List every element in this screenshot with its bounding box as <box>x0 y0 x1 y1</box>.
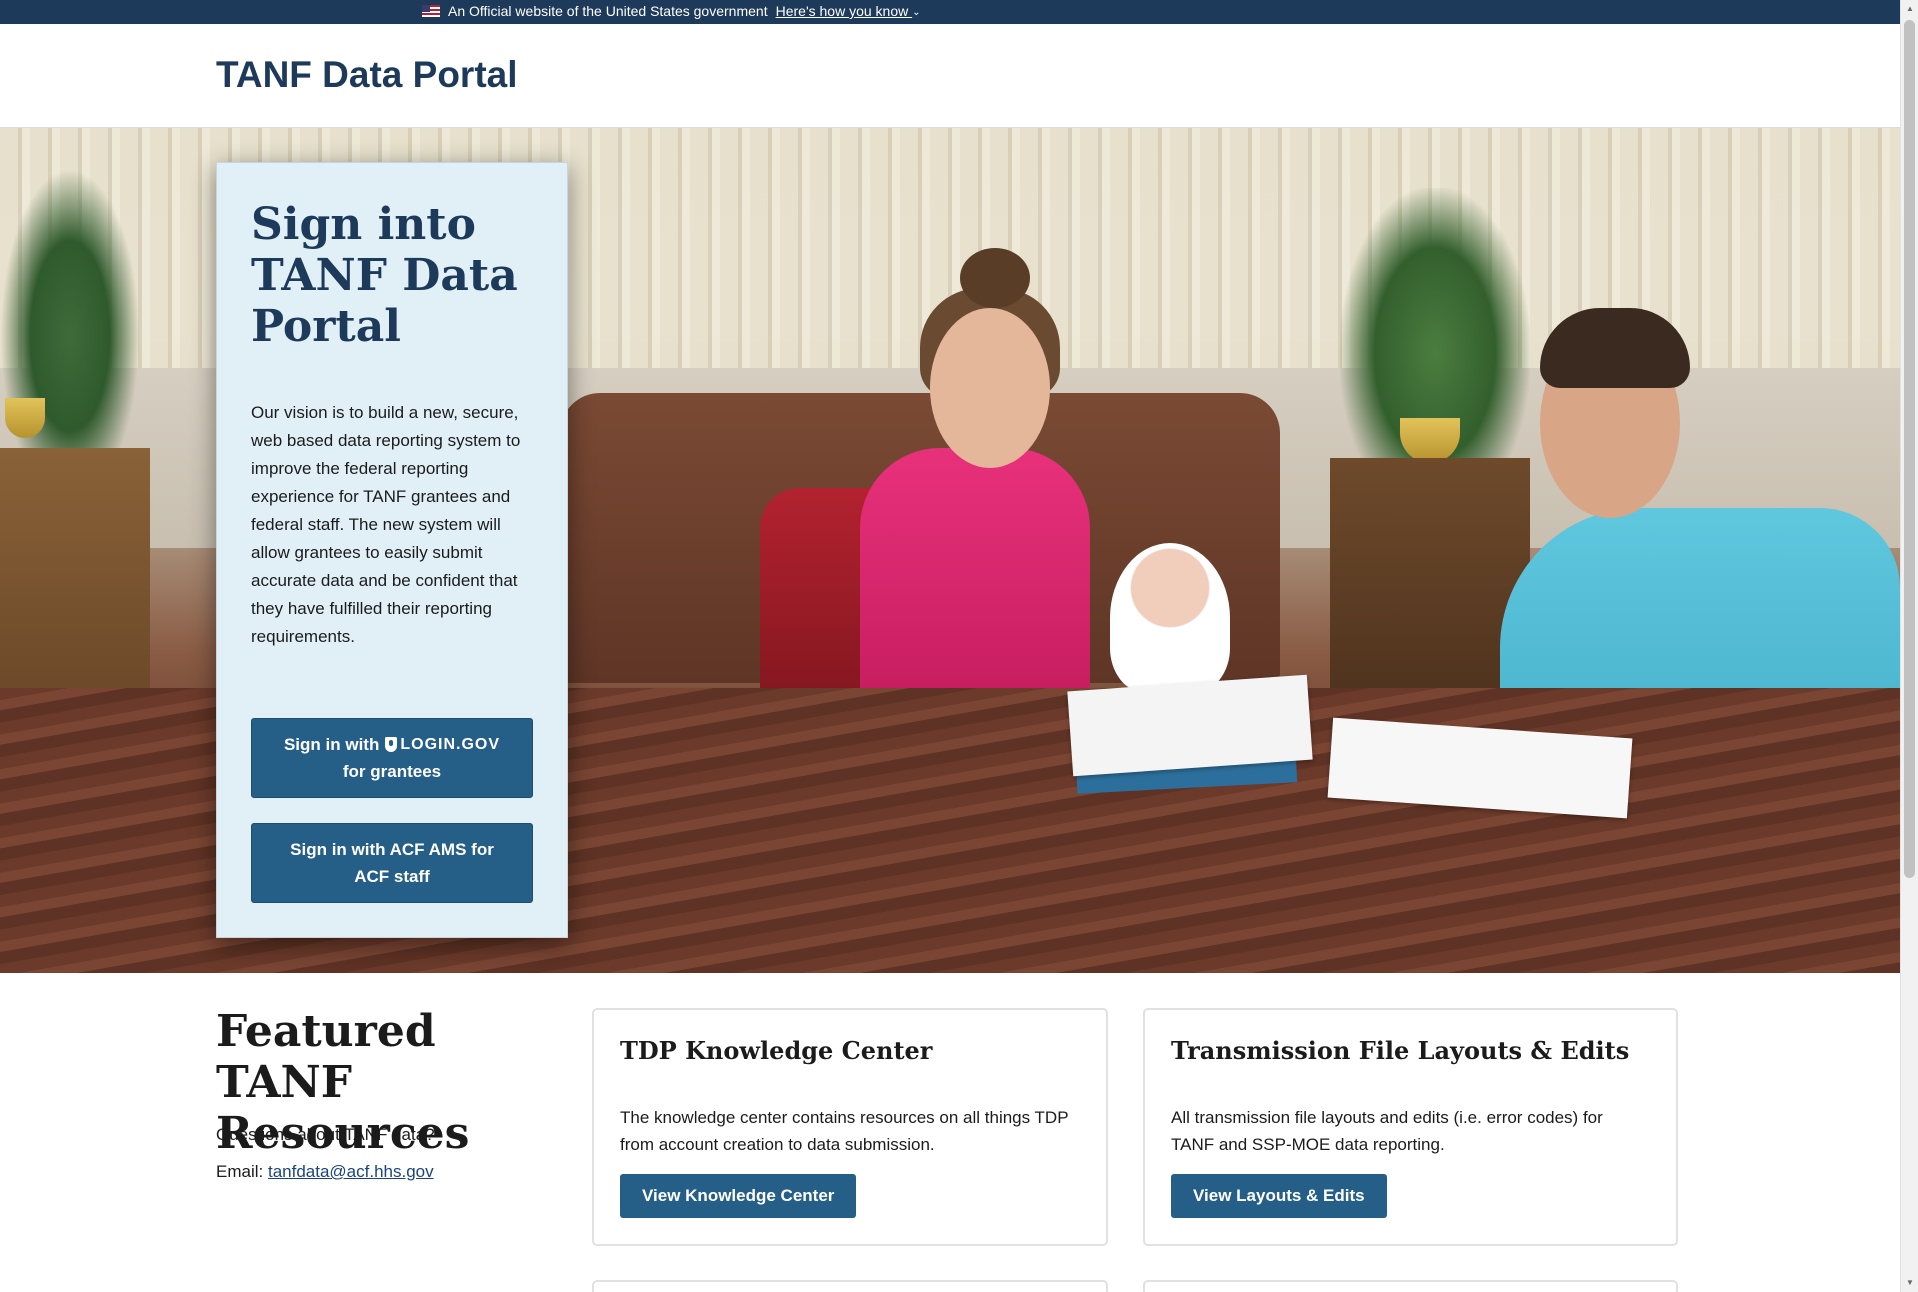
signin-title: Sign into TANF Data Portal <box>251 199 518 352</box>
login-gov-button-row: Sign in with LOGIN.GOV <box>284 731 500 758</box>
resource-card-partial <box>592 1280 1108 1292</box>
acf-ams-signin-button[interactable]: Sign in with ACF AMS for ACF staff <box>251 823 533 903</box>
email-label: Email: <box>216 1162 264 1181</box>
resource-card-partial <box>1143 1280 1678 1292</box>
hero-woman <box>860 248 1090 698</box>
gov-banner-text: An Official website of the United States… <box>448 3 768 19</box>
view-layouts-edits-button[interactable]: View Layouts & Edits <box>1171 1174 1387 1218</box>
gov-banner: An Official website of the United States… <box>0 0 1900 24</box>
login-gov-prefix: Sign in with <box>283 735 380 754</box>
login-gov-logo: LOGIN.GOV <box>385 731 500 758</box>
card-title: TDP Knowledge Center <box>620 1036 933 1065</box>
card-body: The knowledge center contains resources … <box>620 1108 1069 1154</box>
us-flag-icon <box>422 5 440 17</box>
login-gov-logo-text: LOGIN.GOV <box>400 736 501 753</box>
hero-baby <box>1110 543 1230 693</box>
featured-question: Questions about TANF data? <box>216 1125 435 1144</box>
hero-paper <box>1067 674 1313 777</box>
chevron-down-icon: ⌄ <box>912 7 921 18</box>
scrollbar-thumb[interactable] <box>1904 20 1915 878</box>
acf-ams-button-label: Sign in with ACF AMS for ACF staff <box>290 840 494 886</box>
resource-card: TDP Knowledge Center The knowledge cente… <box>592 1008 1108 1246</box>
heres-how-you-know-link[interactable]: Here's how you know ⌄ <box>776 3 921 19</box>
resource-card: Transmission File Layouts & Edits All tr… <box>1143 1008 1678 1246</box>
gov-banner-content: An Official website of the United States… <box>422 3 921 19</box>
signin-description: Our vision is to build a new, secure, we… <box>251 403 521 646</box>
view-knowledge-center-button[interactable]: View Knowledge Center <box>620 1174 857 1218</box>
card-body: All transmission file layouts and edits … <box>1171 1108 1603 1154</box>
page-scrollbar[interactable]: ▲ ▼ <box>1900 0 1918 1292</box>
heres-how-you-know-label: Here's how you know <box>775 3 909 19</box>
email-link[interactable]: tanfdata@acf.hhs.gov <box>268 1162 434 1181</box>
scroll-down-arrow-icon[interactable]: ▼ <box>1905 1278 1915 1288</box>
hero-pot-left <box>5 398 45 438</box>
featured-email-line: Email: tanfdata@acf.hhs.gov <box>216 1162 434 1182</box>
login-gov-shield-icon <box>385 737 398 752</box>
scroll-up-arrow-icon[interactable]: ▲ <box>1905 4 1915 14</box>
signin-card: Sign into TANF Data Portal Our vision is… <box>216 162 568 938</box>
card-title: Transmission File Layouts & Edits <box>1171 1036 1630 1065</box>
site-header: TANF Data Portal <box>0 24 1900 128</box>
login-gov-suffix: for grantees <box>342 762 442 781</box>
site-title-link[interactable]: TANF Data Portal <box>216 54 518 96</box>
login-gov-signin-button[interactable]: Sign in with LOGIN.GOV for grantees <box>251 718 533 798</box>
